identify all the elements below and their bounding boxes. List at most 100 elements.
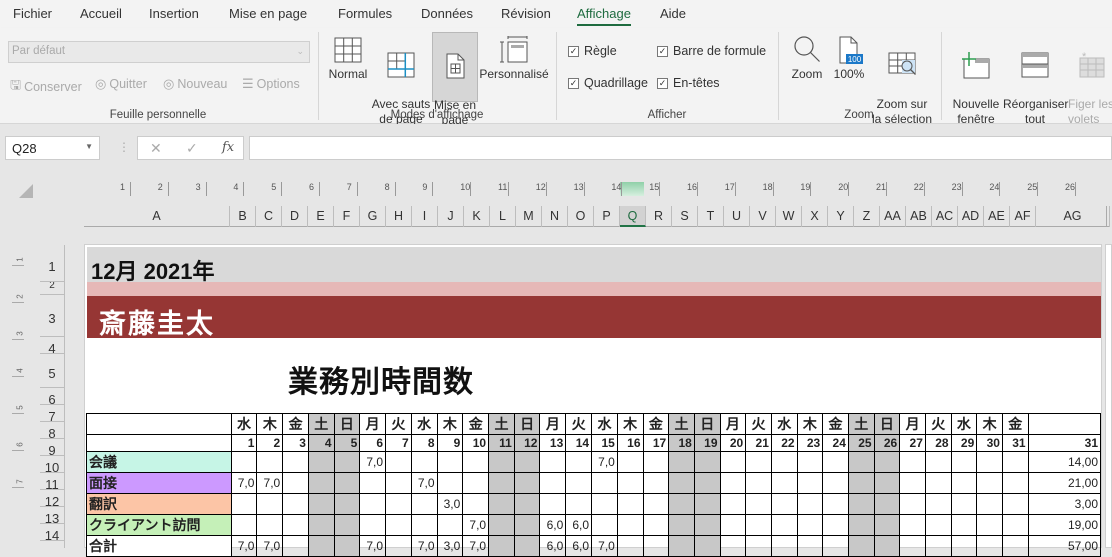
task-total[interactable]: 57,00: [1027, 535, 1102, 557]
hours-cell[interactable]: [539, 472, 567, 494]
column-header-p[interactable]: P: [594, 206, 620, 227]
hours-cell[interactable]: [745, 451, 772, 473]
column-header-t[interactable]: T: [698, 206, 724, 227]
column-header-i[interactable]: I: [412, 206, 438, 227]
task-label[interactable]: クライアント訪問: [86, 514, 232, 536]
hours-cell[interactable]: [359, 514, 387, 536]
task-total[interactable]: 14,00: [1027, 451, 1102, 473]
day-cell[interactable]: 11: [488, 434, 515, 452]
hours-cell[interactable]: [745, 535, 772, 557]
total-header[interactable]: 31: [1027, 434, 1102, 452]
hours-cell[interactable]: [822, 514, 849, 536]
weekday-cell[interactable]: 月: [719, 413, 747, 435]
task-label[interactable]: 合計: [86, 535, 232, 557]
task-total[interactable]: 19,00: [1027, 514, 1102, 536]
weekday-cell[interactable]: 木: [616, 413, 644, 435]
hours-cell[interactable]: [719, 451, 747, 473]
column-header-b[interactable]: B: [230, 206, 256, 227]
weekday-cell[interactable]: 月: [359, 413, 387, 435]
task-label[interactable]: 会議: [86, 451, 232, 473]
hours-cell[interactable]: [950, 493, 978, 515]
weekday-cell[interactable]: 月: [539, 413, 567, 435]
hours-cell[interactable]: [462, 493, 490, 515]
hours-cell[interactable]: [668, 514, 695, 536]
hours-cell[interactable]: [693, 535, 721, 557]
hours-cell[interactable]: [822, 451, 849, 473]
hours-cell[interactable]: [307, 472, 335, 494]
hours-cell[interactable]: [719, 535, 747, 557]
column-header-l[interactable]: L: [490, 206, 516, 227]
hours-cell[interactable]: [282, 451, 309, 473]
hours-cell[interactable]: 7,0: [462, 514, 490, 536]
day-cell[interactable]: 4: [307, 434, 335, 452]
hours-cell[interactable]: [693, 493, 721, 515]
formula-bar-checkbox[interactable]: ✓ Barre de formule: [657, 44, 766, 58]
hours-cell[interactable]: [642, 472, 670, 494]
day-cell[interactable]: 1: [230, 434, 258, 452]
hours-cell[interactable]: [873, 535, 901, 557]
column-header-m[interactable]: M: [516, 206, 542, 227]
row-header-3[interactable]: 3: [40, 295, 64, 337]
tab-affichage[interactable]: Affichage: [577, 6, 631, 26]
day-cell[interactable]: 23: [796, 434, 824, 452]
hours-cell[interactable]: 6,0: [539, 535, 567, 557]
hours-cell[interactable]: [385, 451, 412, 473]
day-cell[interactable]: 13: [539, 434, 567, 452]
new-window-button[interactable]: Nouvelle fenêtre: [950, 32, 1002, 126]
hours-cell[interactable]: [822, 472, 849, 494]
hours-cell[interactable]: 7,0: [591, 535, 618, 557]
day-cell[interactable]: 18: [668, 434, 695, 452]
hours-cell[interactable]: [950, 451, 978, 473]
hours-cell[interactable]: [950, 514, 978, 536]
hours-cell[interactable]: [796, 493, 824, 515]
hours-cell[interactable]: [359, 493, 387, 515]
page-layout-view-button[interactable]: Mise en page: [432, 32, 478, 127]
cancel-icon[interactable]: ✕: [150, 140, 162, 157]
row-header-11[interactable]: 11: [40, 473, 64, 492]
hours-cell[interactable]: [745, 514, 772, 536]
tab-fichier[interactable]: Fichier: [13, 6, 52, 21]
hours-cell[interactable]: [693, 472, 721, 494]
options-button[interactable]: ☰ Options: [242, 76, 300, 92]
keep-view-button[interactable]: 🖫 Conserver: [10, 76, 82, 98]
column-header-y[interactable]: Y: [828, 206, 854, 227]
hours-cell[interactable]: [770, 514, 798, 536]
row-header-1[interactable]: 1: [40, 245, 64, 282]
hours-cell[interactable]: [230, 514, 258, 536]
hours-cell[interactable]: [719, 472, 747, 494]
day-cell[interactable]: 22: [770, 434, 798, 452]
column-header-r[interactable]: R: [646, 206, 672, 227]
exit-view-button[interactable]: ◎ Quitter: [95, 76, 147, 92]
hours-cell[interactable]: [436, 514, 464, 536]
formula-input[interactable]: [249, 136, 1112, 160]
day-cell[interactable]: 5: [333, 434, 361, 452]
hours-cell[interactable]: 7,0: [230, 535, 258, 557]
column-header-aa[interactable]: AA: [880, 206, 906, 227]
hours-cell[interactable]: 7,0: [410, 472, 438, 494]
day-cell[interactable]: 17: [642, 434, 670, 452]
weekday-cell[interactable]: 木: [976, 413, 1003, 435]
pink-band[interactable]: [87, 282, 1101, 296]
hours-cell[interactable]: [385, 493, 412, 515]
hours-cell[interactable]: [668, 535, 695, 557]
row-header-5[interactable]: 5: [40, 354, 64, 388]
hours-cell[interactable]: 7,0: [256, 472, 284, 494]
hours-cell[interactable]: [410, 451, 438, 473]
hours-cell[interactable]: [488, 472, 515, 494]
drag-handle-icon[interactable]: ⋮: [118, 140, 130, 154]
hours-cell[interactable]: [847, 535, 875, 557]
day-cell[interactable]: 9: [436, 434, 464, 452]
column-header-j[interactable]: J: [438, 206, 464, 227]
row-header-6[interactable]: 6: [40, 388, 64, 407]
hours-cell[interactable]: 7,0: [359, 451, 387, 473]
zoom-100-button[interactable]: 100 100%: [830, 32, 868, 102]
hours-cell[interactable]: [385, 472, 412, 494]
day-cell[interactable]: 15: [591, 434, 618, 452]
day-cell[interactable]: 16: [616, 434, 644, 452]
hours-cell[interactable]: 6,0: [539, 514, 567, 536]
hours-cell[interactable]: [462, 451, 490, 473]
column-header-ad[interactable]: AD: [958, 206, 984, 227]
hours-cell[interactable]: [307, 493, 335, 515]
hours-cell[interactable]: [642, 451, 670, 473]
hours-cell[interactable]: [899, 535, 926, 557]
